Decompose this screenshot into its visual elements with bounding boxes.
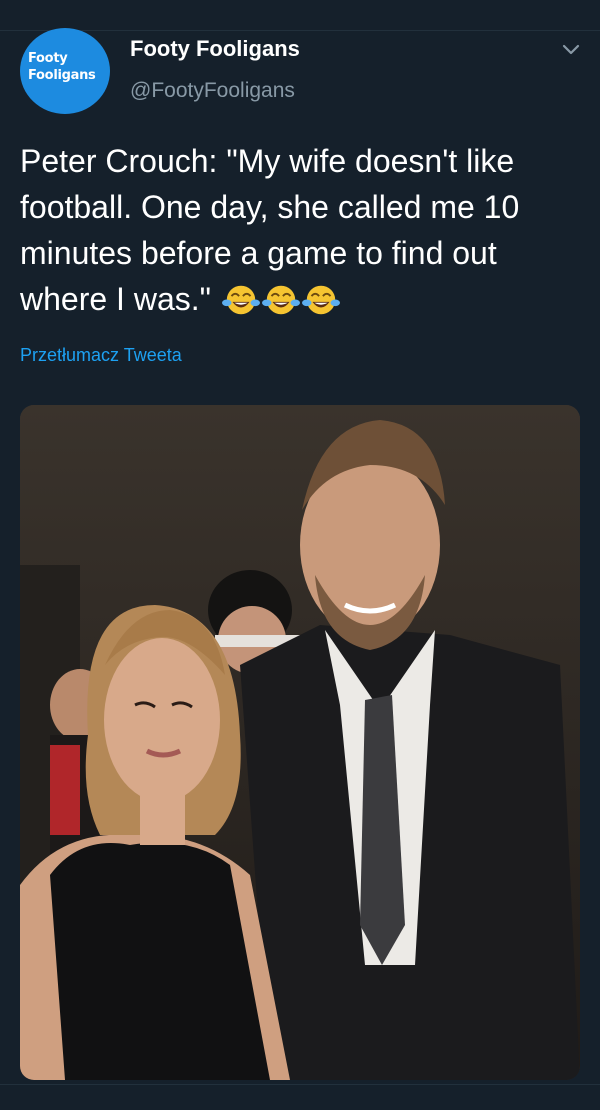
chevron-down-icon[interactable] [560, 38, 582, 60]
top-divider [0, 30, 600, 31]
translate-tweet-link[interactable]: Przetłumacz Tweeta [20, 345, 182, 366]
avatar-logo-line2: Fooligans [28, 68, 96, 83]
user-handle[interactable]: @FootyFooligans [130, 79, 295, 103]
avatar[interactable]: Footy Fooligans [20, 28, 110, 114]
display-name[interactable]: Footy Fooligans [130, 36, 300, 62]
bottom-divider [0, 1084, 600, 1085]
face-with-tears-of-joy-icon [221, 285, 260, 315]
tweet-photo[interactable] [20, 405, 580, 1080]
tweet-text: Peter Crouch: "My wife doesn't like foot… [20, 138, 585, 322]
avatar-logo: Footy Fooligans [28, 50, 110, 84]
avatar-logo-line1: Footy [28, 51, 68, 66]
photo-illustration [20, 405, 580, 1080]
face-with-tears-of-joy-icon [301, 285, 340, 315]
tweet: Footy Fooligans Footy Fooligans @FootyFo… [0, 0, 600, 1110]
face-with-tears-of-joy-icon [261, 285, 300, 315]
